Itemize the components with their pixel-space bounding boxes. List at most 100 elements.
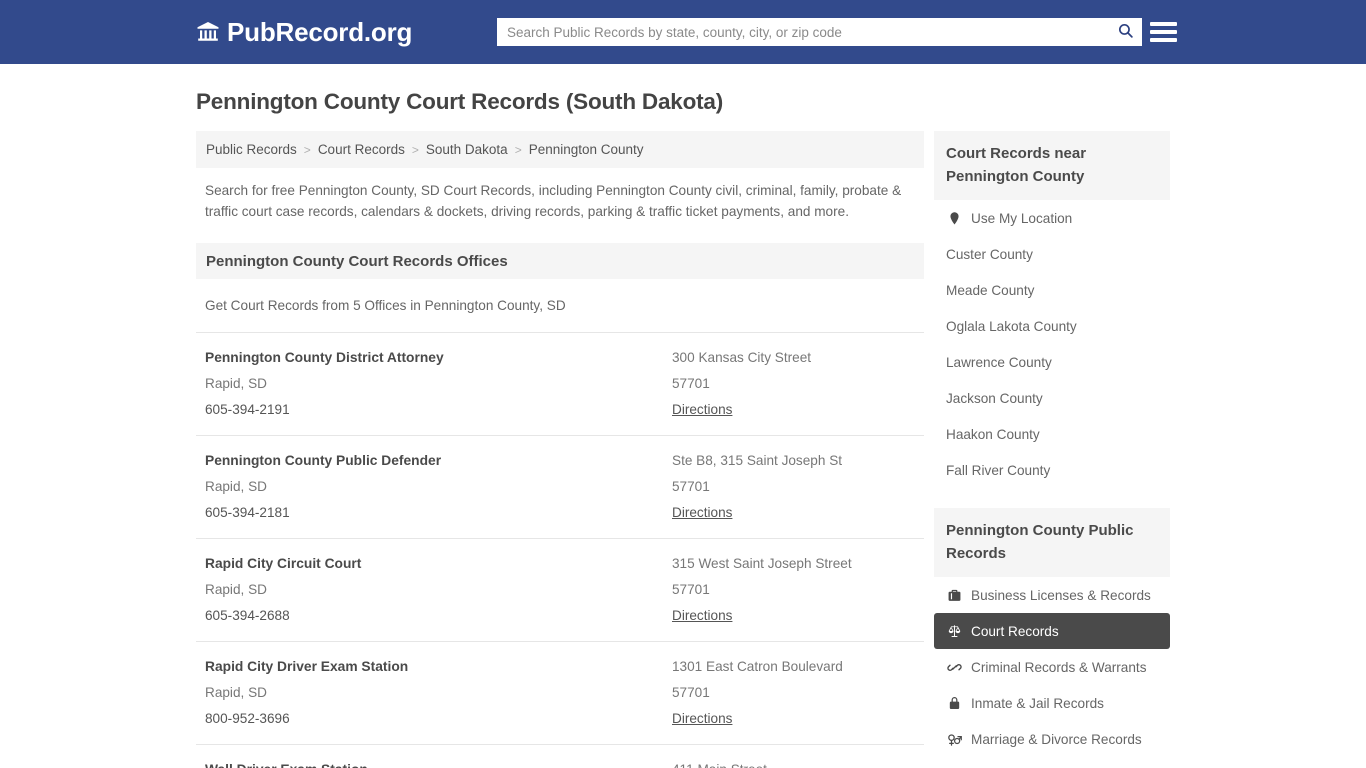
office-address: Ste B8, 315 Saint Joseph St	[672, 448, 914, 474]
search-button[interactable]	[1108, 18, 1142, 46]
sidebar-item-lawrence-county[interactable]: Lawrence County	[934, 344, 1170, 380]
office-address: 315 West Saint Joseph Street	[672, 551, 914, 577]
sidebar-item-business-licenses[interactable]: Business Licenses & Records	[934, 577, 1170, 613]
offices-section-header: Pennington County Court Records Offices	[196, 243, 924, 279]
office-zip: 57701	[672, 680, 914, 706]
table-row: Pennington County Public Defender Rapid,…	[196, 435, 924, 538]
page-body: Pennington County Court Records (South D…	[0, 64, 1366, 768]
brand-name: PubRecord.org	[227, 17, 412, 48]
sidebar-item-use-my-location[interactable]: Use My Location	[934, 200, 1170, 236]
sidebar-item-label: Inmate & Jail Records	[971, 696, 1104, 711]
menu-bar-1	[1150, 22, 1177, 26]
breadcrumb-item-pennington-county: Pennington County	[529, 142, 644, 157]
office-city-state: Rapid, SD	[205, 474, 672, 500]
sidebar-item-inmate-jail-records[interactable]: Inmate & Jail Records	[934, 685, 1170, 721]
office-city-state: Rapid, SD	[205, 680, 672, 706]
sidebar-item-marriage-divorce-records[interactable]: Marriage & Divorce Records	[934, 721, 1170, 757]
office-address: 1301 East Catron Boulevard	[672, 654, 914, 680]
office-zip: 57701	[672, 577, 914, 603]
search-bar	[497, 18, 1142, 46]
lock-icon	[946, 695, 962, 711]
menu-bar-2	[1150, 30, 1177, 34]
table-row: Rapid City Circuit Court Rapid, SD 605-3…	[196, 538, 924, 641]
office-address-block: Ste B8, 315 Saint Joseph St 57701 Direct…	[672, 448, 914, 526]
breadcrumb-separator: >	[515, 143, 522, 157]
sidebar-nearby-list: Use My Location Custer County Meade Coun…	[934, 200, 1170, 488]
sidebar-public-records-title: Pennington County Public Records	[934, 508, 1170, 577]
office-name: Rapid City Circuit Court	[205, 551, 672, 577]
menu-bar-3	[1150, 38, 1177, 42]
office-name: Pennington County Public Defender	[205, 448, 672, 474]
sidebar-item-label: Lawrence County	[946, 355, 1052, 370]
search-icon	[1117, 22, 1134, 42]
office-name: Rapid City Driver Exam Station	[205, 654, 672, 680]
sidebar-item-haakon-county[interactable]: Haakon County	[934, 416, 1170, 452]
sidebar-item-criminal-records[interactable]: Criminal Records & Warrants	[934, 649, 1170, 685]
sidebar-item-label: Custer County	[946, 247, 1033, 262]
sidebar-item-meade-county[interactable]: Meade County	[934, 272, 1170, 308]
sidebar-item-label: Court Records	[971, 624, 1059, 639]
breadcrumb-separator: >	[304, 143, 311, 157]
sidebar-item-custer-county[interactable]: Custer County	[934, 236, 1170, 272]
venus-mars-icon	[946, 731, 962, 747]
sidebar-item-label: Fall River County	[946, 463, 1050, 478]
content-columns: Public Records > Court Records > South D…	[0, 131, 1366, 768]
page-description: Search for free Pennington County, SD Co…	[196, 181, 924, 222]
main-column: Public Records > Court Records > South D…	[196, 131, 924, 768]
office-address-block: 315 West Saint Joseph Street 57701 Direc…	[672, 551, 914, 629]
sidebar-public-records-list: Business Licenses & Records Court Record…	[934, 577, 1170, 768]
sidebar-item-label: Criminal Records & Warrants	[971, 660, 1147, 675]
search-input[interactable]	[497, 19, 1108, 45]
sidebar-item-jackson-county[interactable]: Jackson County	[934, 380, 1170, 416]
sidebar-item-fall-river-county[interactable]: Fall River County	[934, 452, 1170, 488]
office-address: 411 Main Street	[672, 757, 914, 768]
directions-link[interactable]: Directions	[672, 603, 732, 629]
office-name: Pennington County District Attorney	[205, 345, 672, 371]
breadcrumb-item-south-dakota[interactable]: South Dakota	[426, 142, 508, 157]
briefcase-icon	[946, 587, 962, 603]
sidebar-item-label: Use My Location	[971, 211, 1072, 226]
sidebar-item-court-records[interactable]: Court Records	[934, 613, 1170, 649]
breadcrumb-item-court-records[interactable]: Court Records	[318, 142, 405, 157]
sidebar-item-label: Jackson County	[946, 391, 1043, 406]
sidebar-item-label: Haakon County	[946, 427, 1040, 442]
breadcrumb-separator: >	[412, 143, 419, 157]
directions-link[interactable]: Directions	[672, 706, 732, 732]
handcuffs-icon	[946, 659, 962, 675]
office-info: Pennington County District Attorney Rapi…	[205, 345, 672, 423]
sidebar-nearby-title: Court Records near Pennington County	[934, 131, 1170, 200]
office-address: 300 Kansas City Street	[672, 345, 914, 371]
sidebar: Court Records near Pennington County Use…	[934, 131, 1170, 768]
sidebar-item-label: Business Licenses & Records	[971, 588, 1151, 603]
office-info: Wall Driver Exam Station Wall, SD 605-27…	[205, 757, 672, 768]
office-zip: 57701	[672, 474, 914, 500]
office-city-state: Rapid, SD	[205, 371, 672, 397]
office-phone: 800-952-3696	[205, 706, 672, 732]
office-address-block: 411 Main Street 57790 Directions	[672, 757, 914, 768]
site-logo[interactable]: PubRecord.org	[196, 17, 412, 48]
bank-institution-icon	[196, 20, 220, 44]
directions-link[interactable]: Directions	[672, 397, 732, 423]
office-info: Rapid City Circuit Court Rapid, SD 605-3…	[205, 551, 672, 629]
table-row: Wall Driver Exam Station Wall, SD 605-27…	[196, 744, 924, 768]
directions-link[interactable]: Directions	[672, 500, 732, 526]
sidebar-item-label: Marriage & Divorce Records	[971, 732, 1142, 747]
office-phone: 605-394-2191	[205, 397, 672, 423]
office-address-block: 1301 East Catron Boulevard 57701 Directi…	[672, 654, 914, 732]
hamburger-menu-icon[interactable]	[1150, 18, 1177, 45]
balance-scale-icon	[946, 623, 962, 639]
office-phone: 605-394-2181	[205, 500, 672, 526]
sidebar-item-property-records[interactable]: Property Records	[934, 757, 1170, 768]
sidebar-item-label: Meade County	[946, 283, 1034, 298]
office-name: Wall Driver Exam Station	[205, 757, 672, 768]
page-title: Pennington County Court Records (South D…	[0, 64, 1366, 115]
offices-section-subtitle: Get Court Records from 5 Offices in Penn…	[196, 279, 924, 332]
office-info: Pennington County Public Defender Rapid,…	[205, 448, 672, 526]
sidebar-item-oglala-lakota-county[interactable]: Oglala Lakota County	[934, 308, 1170, 344]
breadcrumb-item-public-records[interactable]: Public Records	[206, 142, 297, 157]
office-address-block: 300 Kansas City Street 57701 Directions	[672, 345, 914, 423]
sidebar-item-label: Oglala Lakota County	[946, 319, 1077, 334]
office-phone: 605-394-2688	[205, 603, 672, 629]
office-city-state: Rapid, SD	[205, 577, 672, 603]
office-zip: 57701	[672, 371, 914, 397]
